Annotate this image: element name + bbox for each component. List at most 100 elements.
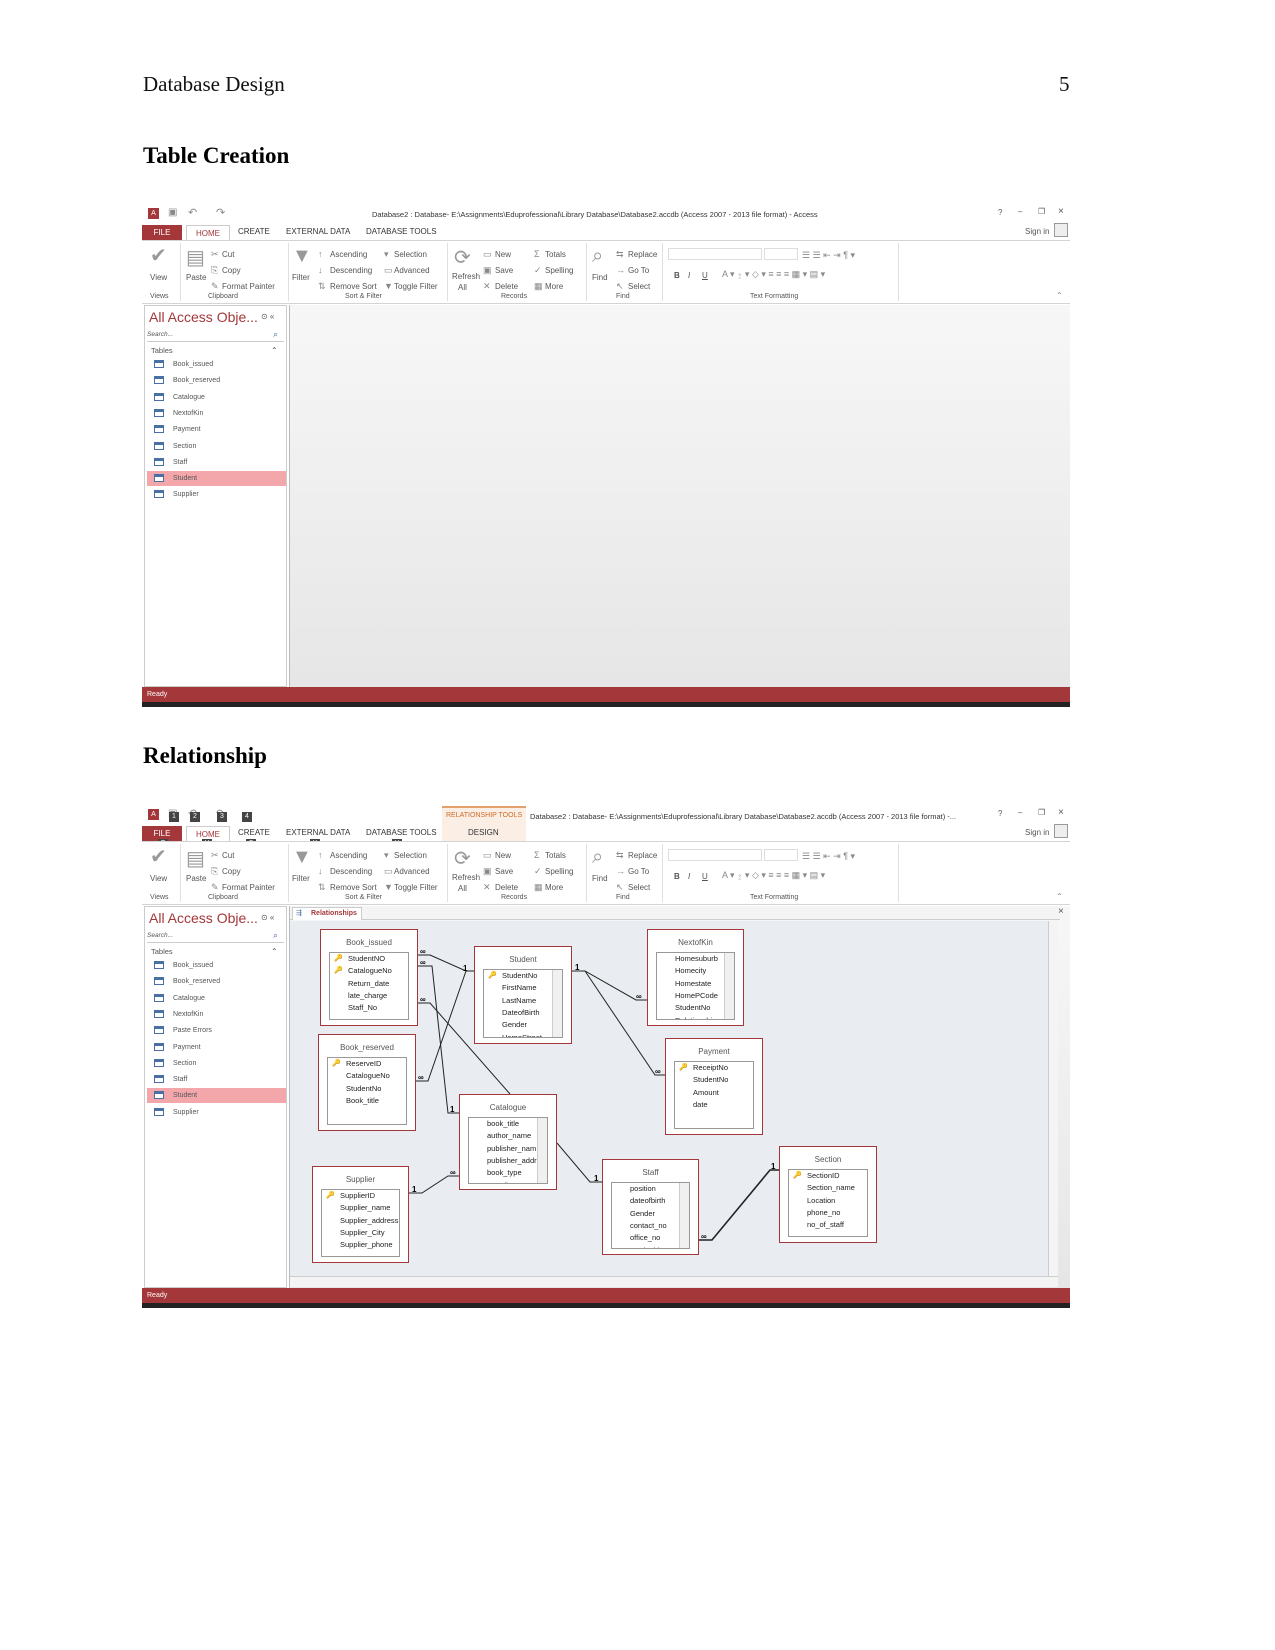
format-painter-button[interactable]: Format Painter (222, 282, 275, 291)
copy-button[interactable]: Copy (222, 266, 241, 275)
delete-icon[interactable]: ✕ (483, 281, 491, 292)
selection-button[interactable]: Selection (394, 250, 427, 259)
field-list[interactable]: Homesuburb Homecity Homestate HomePCode Stud… (656, 952, 735, 1020)
field-name[interactable]: HomeStreet (484, 1033, 542, 1038)
nav-item-catalogue[interactable]: Catalogue (147, 390, 286, 405)
field-list-scrollbar[interactable] (537, 1118, 547, 1183)
search-icon[interactable]: ⌕ (273, 329, 278, 340)
remove-sort-icon[interactable]: ⇅ (318, 281, 326, 292)
field-name[interactable]: StudentNo (657, 1003, 710, 1012)
sign-in-link[interactable]: Sign in (1025, 227, 1049, 236)
field-name[interactable]: Supplier_phone (322, 1240, 393, 1249)
tables-section-header[interactable]: Tables (151, 346, 173, 355)
tab-external-data[interactable]: EXTERNAL DATA (286, 227, 350, 236)
field-name[interactable]: Supplier_name (322, 1203, 390, 1212)
table-box-book-issued[interactable]: Book_issued 🔑 StudentNO 🔑 CatalogueNo Return_… (320, 929, 418, 1026)
field-name[interactable]: Homesuburb (657, 954, 718, 963)
avatar-icon[interactable] (1054, 223, 1068, 237)
view-icon[interactable]: ✔ (150, 243, 167, 268)
nav-item-student[interactable]: Student (147, 471, 286, 487)
nav-item-supplier[interactable]: Supplier (147, 487, 286, 502)
descending-button[interactable]: Descending (330, 266, 372, 275)
field-name[interactable]: DateofBirth (484, 1008, 540, 1017)
collapse-ribbon-icon[interactable]: ⌃ (1056, 291, 1063, 300)
nav-pane-menu-icon[interactable]: ⊙ « (261, 312, 274, 321)
find-icon[interactable]: ⌕ (592, 245, 603, 268)
field-name[interactable]: contact_no (612, 1221, 667, 1230)
nav-item-book-issued[interactable]: Book_issued (147, 357, 286, 372)
copy-icon[interactable]: ⎘ (211, 265, 218, 276)
replace-icon[interactable]: ⇆ (616, 249, 624, 260)
advanced-button[interactable]: Advanced (394, 266, 430, 275)
field-name[interactable]: HomePCode (657, 991, 718, 1000)
tab-file[interactable]: FILE (142, 225, 182, 240)
bold-button[interactable]: B (674, 271, 680, 280)
table-box-payment[interactable]: Payment 🔑 ReceiptNo StudentNo Amount date (665, 1038, 763, 1135)
paste-button[interactable]: Paste (186, 273, 206, 282)
field-name[interactable]: Relationship (657, 1016, 716, 1020)
field-name[interactable]: StudentNo (328, 1084, 381, 1093)
field-name[interactable]: StudentNo (675, 1075, 728, 1084)
field-name[interactable]: Homecity (657, 966, 706, 975)
field-name[interactable]: position (612, 1184, 656, 1193)
field-list[interactable]: 🔑 ReceiptNo StudentNo Amount date (674, 1061, 754, 1129)
field-name[interactable]: CatalogueNo (330, 966, 392, 975)
table-box-student[interactable]: Student 🔑 StudentNo FirstName LastName Dateof… (474, 946, 572, 1044)
new-record-button[interactable]: New (495, 250, 511, 259)
ascending-button[interactable]: Ascending (330, 250, 367, 259)
advanced-icon[interactable]: ▭ (384, 265, 393, 276)
field-list[interactable]: position dateofbirth Gender contact_no offic… (611, 1182, 690, 1249)
field-name[interactable]: Section_name (789, 1183, 855, 1192)
field-name[interactable]: publisher_nam (469, 1144, 536, 1153)
tab-database-tools[interactable]: DATABASE TOOLS (366, 227, 437, 236)
replace-button[interactable]: Replace (628, 250, 657, 259)
redo-icon[interactable]: ↷ (216, 206, 225, 219)
nav-item-book-reserved[interactable]: Book_reserved (147, 373, 286, 388)
search-input[interactable]: Search... (147, 331, 284, 342)
field-name[interactable]: StudentNO (330, 954, 385, 963)
field-name[interactable]: StudentNo (484, 971, 537, 980)
relationship-line[interactable] (418, 965, 459, 1114)
field-name[interactable]: SectionID (789, 1171, 840, 1180)
field-name[interactable]: Supplier_address (322, 1216, 398, 1225)
table-box-section[interactable]: Section 🔑 SectionID Section_name Location pho… (779, 1146, 877, 1243)
field-list[interactable]: 🔑 SectionID Section_name Location phone_no no… (788, 1169, 868, 1237)
goto-button[interactable]: Go To (628, 266, 649, 275)
field-name[interactable]: Book_title (328, 1096, 379, 1105)
field-name[interactable]: date (675, 1100, 708, 1109)
more-button[interactable]: More (545, 282, 563, 291)
table-box-nextofkin[interactable]: NextofKin Homesuburb Homecity Homestate Home… (647, 929, 744, 1026)
table-box-supplier[interactable]: Supplier 🔑 SupplierID Supplier_name Supplier… (312, 1166, 409, 1263)
field-name[interactable]: book_type (469, 1168, 522, 1177)
restore-button[interactable]: ❐ (1038, 207, 1045, 216)
field-name[interactable]: Supplier_City (322, 1228, 385, 1237)
goto-icon[interactable]: → (616, 265, 625, 275)
field-list-scrollbar[interactable] (552, 970, 562, 1037)
nav-item-nextofkin[interactable]: NextofKin (147, 406, 286, 421)
descending-icon[interactable]: ↓ (318, 265, 323, 275)
field-name[interactable]: ReceiptNo (675, 1063, 728, 1072)
save-icon[interactable]: ▣ (168, 207, 177, 218)
help-button[interactable]: ? (998, 208, 1002, 217)
table-box-staff[interactable]: Staff position dateofbirth Gender contact_no… (602, 1159, 699, 1255)
font-name-dropdown[interactable] (668, 248, 762, 260)
nav-pane-header[interactable]: All Access Obje... (149, 309, 258, 325)
refresh-button[interactable]: Refresh (452, 272, 480, 281)
field-name[interactable]: Gender (612, 1209, 655, 1218)
nav-item-payment[interactable]: Payment (147, 422, 286, 437)
save-record-button[interactable]: Save (495, 266, 513, 275)
field-name[interactable]: late_charge (330, 991, 387, 1000)
field-name[interactable]: ReserveID (328, 1059, 381, 1068)
paste-icon[interactable]: ▤ (186, 245, 205, 270)
field-name[interactable]: LastName (484, 996, 536, 1005)
filter-button[interactable]: Filter (292, 273, 310, 282)
spelling-button[interactable]: Spelling (545, 266, 573, 275)
delete-button[interactable]: Delete (495, 282, 518, 291)
field-list[interactable]: 🔑 ReserveID CatalogueNo StudentNo Book_title (327, 1057, 407, 1125)
field-name[interactable]: office_no (612, 1233, 660, 1242)
field-list[interactable]: 🔑 StudentNO 🔑 CatalogueNo Return_date late_ch… (329, 952, 409, 1020)
italic-button[interactable]: I (688, 271, 690, 280)
format-painter-icon[interactable]: ✎ (211, 281, 219, 292)
field-name[interactable]: SupplierID (469, 1181, 522, 1184)
relationship-line[interactable] (699, 1169, 779, 1241)
